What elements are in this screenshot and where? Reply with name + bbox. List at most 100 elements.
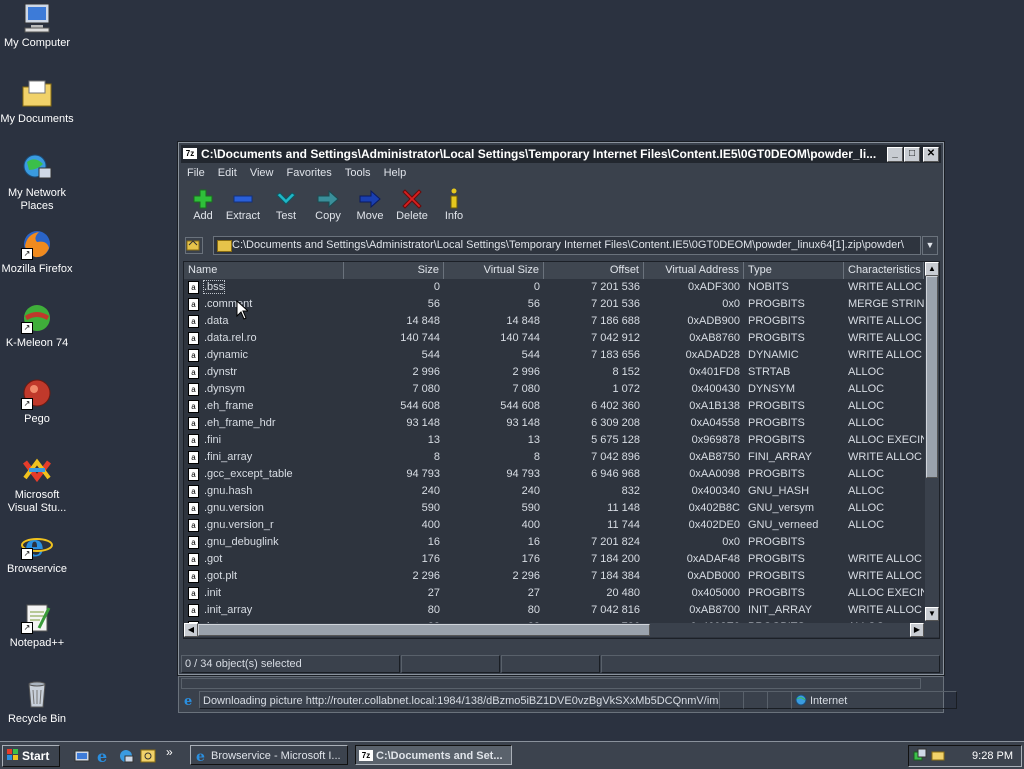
- column-offset[interactable]: Offset: [544, 262, 644, 279]
- window-title: C:\Documents and Settings\Administrator\…: [201, 147, 877, 161]
- table-row[interactable]: a .data 14 848 14 848 7 186 688 0xADB900 PROGB…: [184, 313, 924, 330]
- table-cell: 5 675 128: [591, 434, 640, 446]
- scroll-up-icon[interactable]: ▲: [925, 262, 939, 276]
- file-name: .data.rel.ro: [204, 332, 257, 344]
- desktop-icon-notepad[interactable]: ↗ Notepad++: [0, 602, 74, 650]
- desktop-icon-my-computer[interactable]: My Computer: [0, 2, 74, 50]
- add-button[interactable]: Add: [181, 188, 225, 222]
- table-cell: 0x400430: [691, 383, 740, 395]
- column-type[interactable]: Type: [744, 262, 844, 279]
- file-name: .dynsym: [204, 383, 245, 395]
- file-icon: a: [188, 519, 199, 532]
- menu-file[interactable]: File: [187, 167, 205, 179]
- column-virtual-address[interactable]: Virtual Address: [644, 262, 744, 279]
- windows-flag-icon: [7, 747, 19, 760]
- column-name[interactable]: Name: [184, 262, 344, 279]
- file-icon: a: [188, 570, 199, 583]
- delete-button[interactable]: Delete: [390, 188, 434, 222]
- table-row[interactable]: a .eh_frame_hdr 93 148 93 148 6 309 208 0xA04…: [184, 415, 924, 432]
- start-button[interactable]: Start: [2, 745, 60, 767]
- scroll-right-icon[interactable]: ▶: [910, 623, 924, 637]
- menu-edit[interactable]: Edit: [218, 167, 237, 179]
- scroll-down-icon[interactable]: ▼: [925, 607, 939, 621]
- vertical-scroll-thumb[interactable]: [926, 276, 938, 478]
- table-cell: ALLOC: [848, 383, 885, 395]
- file-name: .got.plt: [204, 570, 238, 582]
- horizontal-scrollbar[interactable]: ◀ ▶: [184, 623, 925, 637]
- table-cell: 1 072: [612, 383, 640, 395]
- app-badge: 7z: [183, 148, 197, 159]
- menu-favorites[interactable]: Favorites: [287, 167, 332, 179]
- table-row[interactable]: a .data.rel.ro 140 744 140 744 7 042 912 0xAB…: [184, 330, 924, 347]
- desktop-icon-network[interactable]: My Network Places: [0, 152, 74, 213]
- file-icon: a: [188, 553, 199, 566]
- tray-volume-icon[interactable]: [931, 748, 945, 765]
- table-cell: ALLOC: [848, 519, 885, 531]
- address-dropdown-chevron-icon[interactable]: ▼: [922, 236, 938, 255]
- test-button[interactable]: Test: [264, 188, 308, 222]
- table-row[interactable]: a .eh_frame 544 608 544 608 6 402 360 0xA1B13…: [184, 398, 924, 415]
- status-pane-4: [601, 655, 940, 673]
- vertical-scrollbar[interactable]: ▲ ▼: [925, 262, 939, 637]
- table-cell: a .bss: [184, 279, 344, 296]
- table-row[interactable]: a .gnu.version 590 590 11 148 0x402B8C GNU_ver…: [184, 500, 924, 517]
- toolbar: Add Extract Test Copy Move Delete Info: [181, 184, 941, 230]
- menu-help[interactable]: Help: [384, 167, 407, 179]
- ie-quick-icon[interactable]: e: [96, 747, 112, 767]
- up-folder-icon[interactable]: [185, 237, 203, 254]
- status-pane-2: [401, 655, 500, 673]
- column-characteristics[interactable]: Characteristics: [844, 262, 924, 279]
- file-name: .init_array: [204, 604, 253, 616]
- address-input[interactable]: C:\Documents and Settings\Administrator\…: [213, 236, 921, 255]
- table-cell: 544: [521, 349, 540, 361]
- desktop-icon-browservice[interactable]: e ↗ Browservice: [0, 528, 74, 576]
- table-row[interactable]: a .comment 56 56 7 201 536 0x0 PROGBITS MERGE S…: [184, 296, 924, 313]
- desktop-icon-my-documents[interactable]: My Documents: [0, 78, 74, 126]
- table-row[interactable]: a .got 176 176 7 184 200 0xADAF48 PROGBITS WRIT…: [184, 551, 924, 568]
- table-row[interactable]: a .dynsym 7 080 7 080 1 072 0x400430 DYNSYM ALL…: [184, 381, 924, 398]
- desktop-icon-kmeleon[interactable]: ↗ K-Meleon 74: [0, 302, 74, 350]
- move-button[interactable]: Move: [348, 188, 392, 222]
- desktop-icon-firefox[interactable]: ↗ Mozilla Firefox: [0, 228, 74, 276]
- network-quick-icon[interactable]: [118, 748, 134, 767]
- desktop-icon-pego[interactable]: ↗ Pego: [0, 378, 74, 426]
- menu-view[interactable]: View: [250, 167, 274, 179]
- copy-button[interactable]: Copy: [306, 188, 350, 222]
- check-icon: [264, 188, 308, 210]
- menu-tools[interactable]: Tools: [345, 167, 371, 179]
- column-virtual-size[interactable]: Virtual Size: [444, 262, 544, 279]
- extract-label: Extract: [225, 210, 261, 222]
- table-row[interactable]: a .dynstr 2 996 2 996 8 152 0x401FD8 STRTAB ALL…: [184, 364, 924, 381]
- close-button[interactable]: ✕: [923, 147, 939, 162]
- title-bar[interactable]: 7z C:\Documents and Settings\Administrat…: [181, 145, 941, 163]
- search-quick-icon[interactable]: [140, 748, 156, 767]
- tray-network-icon[interactable]: [913, 748, 927, 765]
- table-cell: GNU_HASH: [748, 485, 810, 497]
- table-cell: 590: [421, 502, 440, 514]
- table-row[interactable]: a .fini 13 13 5 675 128 0x969878 PROGBITS ALLOC…: [184, 432, 924, 449]
- status-pane-3: [501, 655, 600, 673]
- show-desktop-icon[interactable]: [74, 748, 90, 767]
- task-browservice[interactable]: e Browservice - Microsoft I...: [190, 745, 348, 765]
- table-row[interactable]: a .gnu.version_r 400 400 11 744 0x402DE0 GNU_v…: [184, 517, 924, 534]
- column-size[interactable]: Size: [344, 262, 444, 279]
- table-row[interactable]: a .gnu_debuglink 16 16 7 201 824 0x0 PROGBITS: [184, 534, 924, 551]
- table-row[interactable]: a .fini_array 8 8 7 042 896 0xAB8750 FINI_ARRA…: [184, 449, 924, 466]
- chevron-right-icon[interactable]: »: [166, 745, 173, 759]
- scroll-left-icon[interactable]: ◀: [184, 623, 198, 637]
- table-row[interactable]: a .got.plt 2 296 2 296 7 184 384 0xADB000 PROG…: [184, 568, 924, 585]
- horizontal-scroll-thumb[interactable]: [198, 624, 650, 636]
- maximize-button[interactable]: □: [904, 147, 920, 162]
- info-button[interactable]: Info: [432, 188, 476, 222]
- desktop-icon-visual-studio[interactable]: Microsoft Visual Stu...: [0, 454, 74, 515]
- task-7zip[interactable]: 7z C:\Documents and Set...: [355, 745, 512, 765]
- table-row[interactable]: a .dynamic 544 544 7 183 656 0xADAD28 DYNAMIC W…: [184, 347, 924, 364]
- table-row[interactable]: a .gcc_except_table 94 793 94 793 6 946 968 0…: [184, 466, 924, 483]
- table-row[interactable]: a .gnu.hash 240 240 832 0x400340 GNU_HASH ALLOC: [184, 483, 924, 500]
- minimize-button[interactable]: _: [887, 147, 903, 162]
- table-row[interactable]: a .bss 0 0 7 201 536 0xADF300 NOBITS WRITE ALLO…: [184, 279, 924, 296]
- desktop-icon-recycle-bin[interactable]: Recycle Bin: [0, 678, 74, 726]
- extract-button[interactable]: Extract: [221, 188, 265, 222]
- table-row[interactable]: a .init_array 80 80 7 042 816 0xAB8700 INIT_AR…: [184, 602, 924, 619]
- table-row[interactable]: a .init 27 27 20 480 0x405000 PROGBITS ALLOC EX…: [184, 585, 924, 602]
